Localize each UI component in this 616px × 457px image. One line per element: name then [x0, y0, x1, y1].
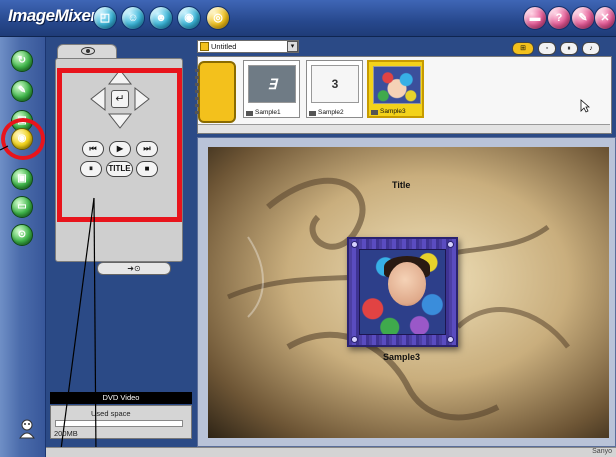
help-icon[interactable]: ? [547, 6, 571, 30]
app-window: ImageMixer ◰ ☺ ☻ ◉ ◎ ▬ ? ✎ ✕ ↻ ✎ ▤ ◉ ▣ ▭… [0, 0, 616, 457]
thumbnail-sample1[interactable]: ∃ Sample1 [243, 60, 300, 118]
person-icon[interactable]: ☻ [149, 6, 173, 30]
disc-size: 200MB [54, 429, 78, 438]
music-button[interactable]: ♪ [582, 42, 600, 55]
status-bar: Sanyo [46, 447, 616, 457]
child-photo [359, 249, 446, 335]
close-icon[interactable]: ✕ [594, 6, 616, 30]
used-space-label: Used space [91, 409, 131, 418]
disc-type-label: DVD Video [50, 392, 192, 404]
smile-icon[interactable]: ☺ [121, 6, 145, 30]
top-toolbar: ImageMixer ◰ ☺ ☻ ◉ ◎ ▬ ? ✎ ✕ [0, 0, 616, 37]
burn-icon[interactable]: ◎ [206, 6, 230, 30]
album-folder-icon [200, 42, 209, 51]
thumb-glyph: ∃ [267, 76, 277, 92]
edit-icon[interactable]: ✎ [11, 80, 33, 102]
disc-icon[interactable]: ◉ [177, 6, 201, 30]
thumbnail-sample3[interactable]: Sample3 [367, 60, 424, 118]
thumbnail-sample2[interactable]: 3 Sample2 [306, 60, 363, 118]
view-pause-button[interactable]: ⏸ [560, 42, 578, 55]
highlight-ring [1, 118, 45, 160]
export-icon[interactable]: ▭ [11, 196, 33, 218]
app-logo: ImageMixer [8, 6, 97, 25]
used-space-panel: Used space 200MB [50, 405, 192, 439]
panel-tab[interactable] [57, 44, 117, 59]
tools-icon[interactable]: ✎ [571, 6, 595, 30]
thumbnail-scrollbar[interactable] [198, 124, 610, 133]
panel-toggle[interactable]: ➜⊙ [97, 262, 171, 275]
controls-highlight [57, 68, 182, 222]
album-book-icon [195, 61, 236, 123]
preview-caption[interactable]: Sample3 [383, 352, 420, 362]
preview-title[interactable]: Title [392, 180, 410, 190]
used-space-bar [55, 420, 183, 427]
thumb-caption: Sample3 [371, 108, 406, 115]
thumb-caption: Sample1 [246, 109, 281, 116]
view-grid-button[interactable]: ⊞ [512, 42, 534, 55]
capture-icon[interactable]: ↻ [11, 50, 33, 72]
minimize-icon[interactable]: ▬ [523, 6, 547, 30]
eye-icon [81, 47, 95, 55]
print-icon[interactable]: ▣ [11, 168, 33, 190]
photo-frame[interactable] [347, 237, 458, 347]
db-icon[interactable]: ⊙ [11, 224, 33, 246]
status-text: Sanyo [592, 448, 612, 455]
chevron-down-icon[interactable]: ▾ [287, 41, 298, 52]
thumb-glyph: 3 [331, 77, 339, 91]
thumb-caption: Sample2 [309, 109, 344, 116]
mouse-pointer-icon [580, 99, 590, 113]
view-single-button[interactable]: ▫ [538, 42, 556, 55]
photo-thumb [373, 66, 421, 104]
frame-icon[interactable]: ◰ [93, 6, 117, 30]
mascot-icon [19, 419, 35, 439]
album-select[interactable]: Untitled [197, 40, 299, 53]
